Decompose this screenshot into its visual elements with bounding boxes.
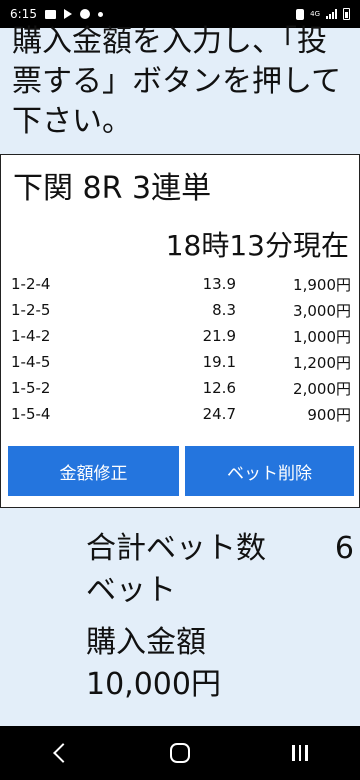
bet-odds: 24.7 bbox=[202, 405, 236, 423]
bet-odds: 19.1 bbox=[202, 353, 236, 371]
bet-combo: 1-4-5 bbox=[11, 353, 51, 371]
bet-amount: 900円 bbox=[307, 405, 351, 424]
table-row: 1-4-5 19.1 1,200円 bbox=[11, 349, 351, 375]
bet-card: 下関 8R 3連単 18時13分現在 1-2-4 13.9 1,900円 1-2… bbox=[0, 154, 360, 508]
bet-odds: 12.6 bbox=[202, 379, 236, 397]
recents-button[interactable] bbox=[270, 733, 330, 773]
table-row: 1-2-4 13.9 1,900円 bbox=[11, 271, 351, 297]
home-button[interactable] bbox=[150, 733, 210, 773]
total-bets-unit: ベット bbox=[86, 573, 176, 608]
edit-amount-button[interactable]: 金額修正 bbox=[8, 446, 179, 496]
dot-icon bbox=[97, 11, 103, 17]
bet-amount: 2,000円 bbox=[293, 379, 351, 398]
bet-odds: 8.3 bbox=[212, 301, 236, 319]
time-label: 18時13分現在 bbox=[165, 229, 349, 262]
bet-amount: 3,000円 bbox=[293, 301, 351, 320]
bet-combo: 1-4-2 bbox=[11, 327, 51, 345]
signal-icon bbox=[326, 9, 337, 19]
total-bets-row: 合計ベット数 6 bbox=[86, 528, 354, 570]
table-row: 1-2-5 8.3 3,000円 bbox=[11, 297, 351, 323]
instruction-text: 購入金額を入力し、「投票する」ボタンを押して下さい。 bbox=[12, 24, 342, 139]
total-bets-value: 6 bbox=[334, 531, 354, 566]
bet-odds: 21.9 bbox=[202, 327, 236, 345]
total-bets-label: 合計ベット数 bbox=[86, 531, 266, 566]
recents-icon bbox=[292, 745, 308, 761]
table-row: 1-5-4 24.7 900円 bbox=[11, 401, 351, 427]
delete-bet-button[interactable]: ベット削除 bbox=[185, 446, 354, 496]
bet-amount: 1,200円 bbox=[293, 353, 351, 372]
bet-odds: 13.9 bbox=[202, 275, 236, 293]
table-row: 1-5-2 12.6 2,000円 bbox=[11, 375, 351, 401]
status-left: 6:15 bbox=[10, 7, 103, 21]
bet-combo: 1-2-5 bbox=[11, 301, 51, 319]
home-icon bbox=[170, 743, 190, 763]
navigation-bar bbox=[0, 726, 360, 780]
bet-combo: 1-5-4 bbox=[11, 405, 51, 423]
bet-table: 1-2-4 13.9 1,900円 1-2-5 8.3 3,000円 1-4-2… bbox=[11, 271, 351, 427]
table-row: 1-4-2 21.9 1,000円 bbox=[11, 323, 351, 349]
back-button[interactable] bbox=[30, 733, 90, 773]
status-right: 4G bbox=[296, 8, 350, 20]
race-title: 下関 8R 3連単 bbox=[13, 171, 212, 206]
purchase-amount-value: 10,000円 bbox=[86, 667, 221, 702]
purchase-amount-label: 購入金額 bbox=[86, 625, 206, 660]
play-icon bbox=[63, 9, 72, 19]
bet-amount: 1,000円 bbox=[293, 327, 351, 346]
bet-combo: 1-5-2 bbox=[11, 379, 51, 397]
battery-icon bbox=[343, 8, 350, 20]
bet-amount: 1,900円 bbox=[293, 275, 351, 294]
purchase-summary: 合計ベット数 6 ベット 購入金額 10,000円 bbox=[86, 528, 354, 706]
network-type: 4G bbox=[310, 9, 320, 18]
vibrate-icon bbox=[296, 8, 305, 20]
status-time: 6:15 bbox=[10, 7, 37, 21]
back-icon bbox=[53, 743, 73, 763]
record-icon bbox=[79, 9, 90, 19]
image-icon bbox=[44, 9, 56, 19]
bet-combo: 1-2-4 bbox=[11, 275, 51, 293]
